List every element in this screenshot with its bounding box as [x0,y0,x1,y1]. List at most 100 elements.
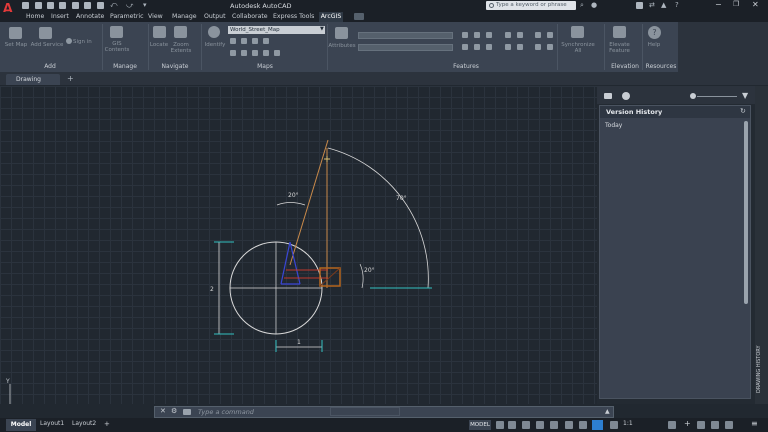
share-icon[interactable]: ▾ [143,1,147,9]
slider-handle-icon[interactable] [690,93,696,99]
wrench-icon[interactable]: ⚙ [171,407,177,415]
snap-icon[interactable] [508,421,516,429]
tab-annotate[interactable]: Annotate [76,13,104,20]
attributes-button[interactable]: Attributes [328,43,356,49]
tab-collaborate[interactable]: Collaborate [232,13,268,20]
gis-contents-button[interactable]: GIS Contents [104,41,130,53]
selection-cycling-icon[interactable] [592,420,603,430]
map-tool-icon[interactable] [252,50,258,56]
feature-tool-icon[interactable] [517,44,523,50]
plot-icon[interactable] [97,2,104,9]
hardware-acceleration-icon[interactable] [711,421,719,429]
set-map-button[interactable]: Set Map [1,42,31,48]
feature-tool-icon[interactable] [535,44,541,50]
annotation-scale[interactable]: 1:1 [623,420,633,427]
map-tool-icon[interactable] [274,50,280,56]
help-button[interactable]: Help [643,42,665,48]
open-web-icon[interactable] [72,2,79,9]
map-tool-icon[interactable] [263,38,269,44]
redo-icon[interactable]: ⤻ [126,1,133,10]
tab-model[interactable]: Model [6,419,36,431]
user-filter-icon[interactable] [622,92,630,100]
tab-express-tools[interactable]: Express Tools [273,13,314,20]
model-space-button[interactable]: MODEL [469,420,491,430]
basemap-dropdown[interactable]: World_Street_Map [228,26,325,34]
command-history-icon[interactable] [183,409,191,415]
elevate-feature-button[interactable]: Elevate Feature [604,42,635,54]
feature-tool-icon[interactable] [474,32,480,38]
ortho-icon[interactable] [522,421,530,429]
open-icon[interactable] [35,2,42,9]
filter-icon[interactable]: ▼ [742,91,748,100]
add-layout-button[interactable]: + [104,420,110,428]
command-input[interactable]: Type a command [198,408,254,416]
polar-icon[interactable] [536,421,544,429]
feature-tool-icon[interactable] [535,32,541,38]
annotation-visibility-icon[interactable] [610,421,618,429]
feature-tool-icon[interactable] [547,44,553,50]
workspace-toggle-icon[interactable] [354,13,364,20]
object-snap-tracking-icon[interactable] [565,421,573,429]
clean-screen-icon[interactable] [725,421,733,429]
feature-type-dropdown[interactable] [358,44,453,51]
customization-menu-icon[interactable]: ≡ [751,419,758,428]
user-icon[interactable]: ● [591,1,597,9]
new-tab-button[interactable]: + [67,74,74,83]
version-scrollbar[interactable] [744,121,748,304]
object-snap-icon[interactable] [579,421,587,429]
synchronize-all-button[interactable]: Synchronize All [559,42,597,54]
tab-arcgis[interactable]: ArcGIS [319,12,343,22]
map-tool-icon[interactable] [252,38,258,44]
feature-tool-icon[interactable] [547,32,553,38]
tab-output[interactable]: Output [204,13,226,20]
add-icon[interactable]: + [684,419,691,428]
help-icon[interactable]: ? [675,1,679,9]
feature-tool-icon[interactable] [462,44,468,50]
isolate-objects-icon[interactable] [697,421,705,429]
map-tool-icon[interactable] [230,50,236,56]
restore-icon[interactable]: ❐ [733,0,739,8]
slider-track[interactable] [697,96,737,97]
search-button-icon[interactable]: ⌕ [580,1,584,10]
tab-drawing[interactable]: Drawing [6,74,60,85]
minimize-icon[interactable]: − [715,0,722,9]
feature-tool-icon[interactable] [505,32,511,38]
locate-button[interactable]: Locate [149,42,169,48]
tab-manage[interactable]: Manage [172,13,197,20]
drawing-svg[interactable]: Y X 20° 70° 20° 2 1 [0,86,597,404]
refresh-icon[interactable]: ↻ [740,107,746,115]
feature-tool-icon[interactable] [486,44,492,50]
tab-home[interactable]: Home [26,13,44,20]
camera-icon[interactable] [604,93,612,99]
feature-tool-icon[interactable] [462,32,468,38]
save-web-icon[interactable] [84,2,91,9]
close-command-icon[interactable]: ✕ [160,407,166,415]
save-as-icon[interactable] [59,2,66,9]
exchange-icon[interactable]: ⇄ [649,1,655,9]
feature-tool-icon[interactable] [474,44,480,50]
chevron-up-icon[interactable]: ▲ [605,408,610,415]
undo-icon[interactable]: ⤺ [110,1,117,10]
grid-icon[interactable] [496,421,504,429]
tab-layout1[interactable]: Layout1 [40,420,64,427]
tab-view[interactable]: View [148,13,163,20]
feature-tool-icon[interactable] [486,32,492,38]
identify-button[interactable]: Identify [203,42,227,48]
new-icon[interactable] [22,2,29,9]
tab-layout2[interactable]: Layout2 [72,420,96,427]
feature-tool-icon[interactable] [517,32,523,38]
map-tool-icon[interactable] [241,50,247,56]
tab-parametric[interactable]: Parametric [110,13,144,20]
feature-layer-dropdown[interactable] [358,32,453,39]
sign-in-button[interactable]: Sign in [73,39,92,45]
map-tool-icon[interactable] [263,50,269,56]
feature-tool-icon[interactable] [505,44,511,50]
settings-gear-icon[interactable] [668,421,676,429]
tab-insert[interactable]: Insert [51,13,69,20]
save-icon[interactable] [47,2,54,9]
search-input[interactable]: Type a keyword or phrase [486,1,576,10]
cart-icon[interactable] [636,2,643,9]
add-service-button[interactable]: Add Service [30,42,64,48]
autodesk-icon[interactable]: ▲ [661,1,666,9]
close-icon[interactable]: ✕ [752,0,759,9]
